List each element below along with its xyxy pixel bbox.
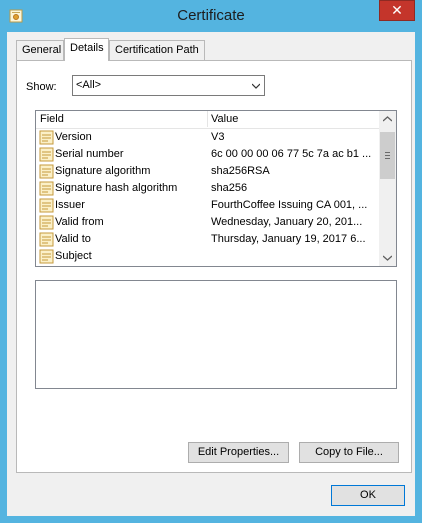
scrollbar-thumb[interactable] — [380, 132, 395, 179]
edit-properties-button[interactable]: Edit Properties... — [188, 442, 289, 463]
table-row[interactable]: Issuer FourthCoffee Issuing CA 001, ... — [36, 197, 379, 214]
tab-general[interactable]: General — [16, 40, 64, 60]
field-detail-textbox[interactable] — [35, 280, 397, 389]
certificate-field-icon — [39, 215, 54, 230]
window-frame: Certificate ✕ General Details Certificat… — [0, 0, 422, 523]
scroll-up-arrow-icon[interactable] — [383, 115, 392, 124]
field-value: FourthCoffee Issuing CA 001, ... — [211, 199, 368, 211]
column-divider[interactable] — [207, 111, 208, 127]
scrollbar-grip — [385, 158, 390, 159]
scrollbar-grip — [385, 155, 390, 156]
chevron-down-icon — [252, 83, 260, 89]
field-value: 6c 00 00 00 06 77 5c 7a ac b1 ... — [211, 148, 372, 160]
tab-certification-path[interactable]: Certification Path — [109, 40, 205, 60]
tab-details[interactable]: Details — [64, 38, 109, 61]
show-dropdown[interactable]: <All> — [72, 75, 265, 96]
field-name: Signature hash algorithm — [55, 182, 178, 194]
table-row[interactable]: Signature hash algorithm sha256 — [36, 180, 379, 197]
details-panel: Show: <All> Field Value Version V3 Seria… — [16, 60, 412, 473]
ok-button[interactable]: OK — [331, 485, 405, 506]
certificate-field-icon — [39, 181, 54, 196]
field-name: Version — [55, 131, 92, 143]
close-icon: ✕ — [391, 2, 403, 18]
certificate-field-icon — [39, 198, 54, 213]
dialog-client: General Details Certification Path Show:… — [7, 32, 415, 516]
column-header-field[interactable]: Field — [40, 113, 64, 125]
field-name: Valid from — [55, 216, 104, 228]
window-title: Certificate — [177, 7, 245, 24]
field-name: Issuer — [55, 199, 85, 211]
table-row[interactable]: Version V3 — [36, 129, 379, 146]
field-value: Wednesday, January 20, 201... — [211, 216, 363, 228]
certificate-field-icon — [39, 130, 54, 145]
title-bar[interactable]: Certificate ✕ — [0, 0, 422, 32]
scrollbar-grip — [385, 152, 390, 153]
certificate-field-icon — [39, 164, 54, 179]
show-label: Show: — [26, 81, 57, 93]
table-row[interactable]: Serial number 6c 00 00 00 06 77 5c 7a ac… — [36, 146, 379, 163]
vertical-scrollbar[interactable] — [379, 111, 396, 266]
field-name: Signature algorithm — [55, 165, 151, 177]
show-dropdown-value: <All> — [76, 79, 102, 91]
certificate-field-icon — [39, 147, 54, 162]
field-name: Subject — [55, 250, 92, 262]
copy-to-file-button[interactable]: Copy to File... — [299, 442, 399, 463]
field-value: sha256 — [211, 182, 248, 194]
table-row[interactable]: Valid from Wednesday, January 20, 201... — [36, 214, 379, 231]
fields-list[interactable]: Field Value Version V3 Serial number 6c … — [35, 110, 397, 267]
table-row[interactable]: Signature algorithm sha256RSA — [36, 163, 379, 180]
table-row[interactable]: Valid to Thursday, January 19, 2017 6... — [36, 231, 379, 248]
field-name: Serial number — [55, 148, 124, 160]
field-name: Valid to — [55, 233, 91, 245]
certificate-field-icon — [39, 249, 54, 264]
close-button[interactable]: ✕ — [379, 0, 415, 21]
table-row[interactable]: Subject — [36, 248, 379, 265]
field-value: sha256RSA — [211, 165, 270, 177]
field-value: Thursday, January 19, 2017 6... — [211, 233, 366, 245]
column-header-value[interactable]: Value — [211, 113, 238, 125]
list-header: Field Value — [36, 111, 379, 129]
field-value: V3 — [211, 131, 225, 143]
certificate-field-icon — [39, 232, 54, 247]
scroll-down-arrow-icon[interactable] — [383, 253, 392, 262]
